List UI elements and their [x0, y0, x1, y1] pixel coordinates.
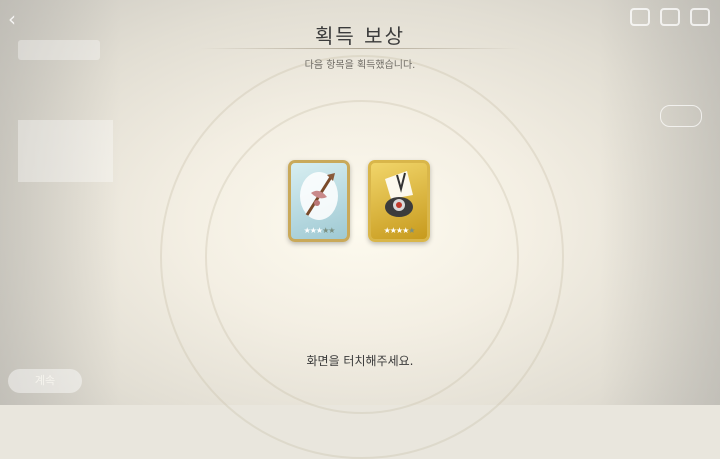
title-divider: [200, 48, 520, 49]
page-title: 획득 보상: [315, 24, 405, 48]
trophy-icon: [385, 171, 413, 217]
reward-item-weapon[interactable]: ★★★★★: [288, 160, 350, 242]
reward-stars: ★★★★★: [383, 226, 416, 235]
reward-list: ★★★★★ ★★★★★: [288, 160, 430, 242]
reward-stars: ★★★★★: [303, 226, 336, 235]
page-subtitle: 다음 항목을 획득했습니다.: [304, 60, 416, 71]
weapon-icon: [300, 172, 338, 220]
reward-item-trophy[interactable]: ★★★★★: [368, 160, 430, 242]
tap-to-continue-hint[interactable]: 화면을 터치해주세요.: [0, 352, 720, 369]
background-continue-button: 계속: [8, 369, 82, 393]
background-tag: [660, 105, 702, 127]
background-card: [18, 120, 113, 182]
